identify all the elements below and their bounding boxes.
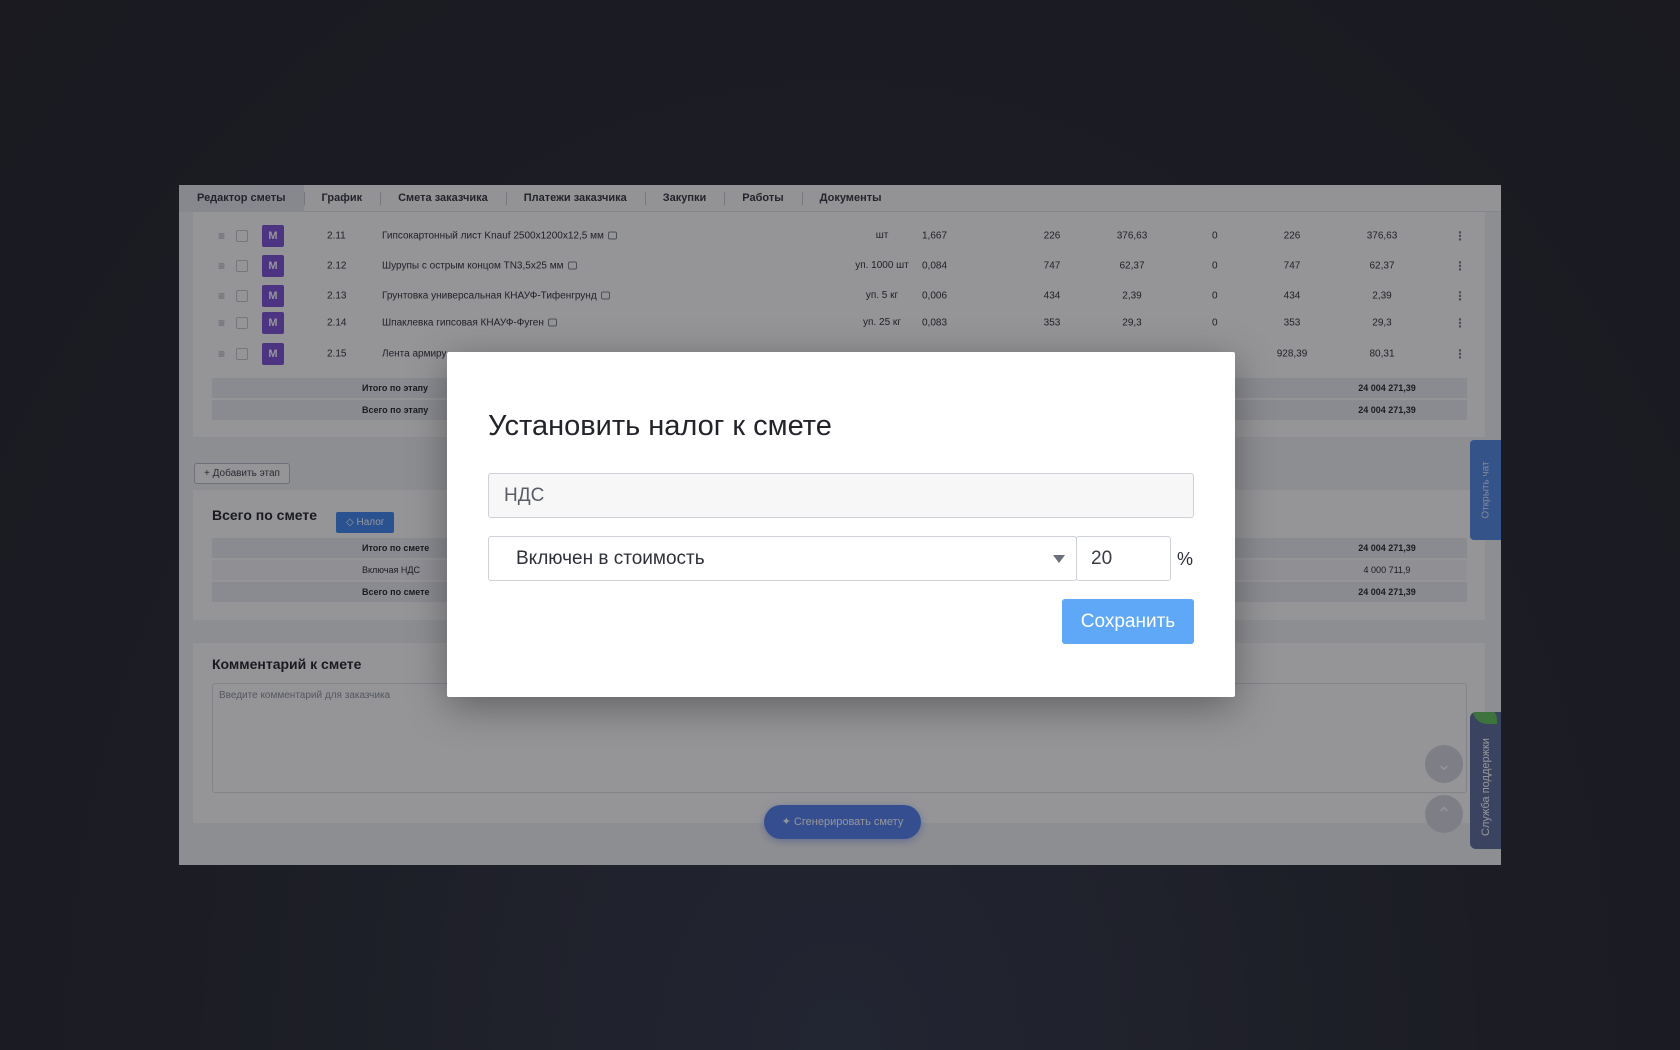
save-button[interactable]: Сохранить	[1062, 599, 1194, 644]
tax-modal: Установить налог к смете Включен в стоим…	[447, 352, 1235, 697]
modal-title: Установить налог к смете	[488, 410, 832, 442]
tax-type-value: Включен в стоимость	[516, 547, 705, 569]
percent-sign: %	[1177, 549, 1194, 569]
tax-rate-input[interactable]	[1076, 536, 1171, 581]
chevron-down-icon	[1053, 555, 1065, 563]
tax-type-select[interactable]: Включен в стоимость	[488, 536, 1077, 581]
tax-name-input[interactable]	[488, 473, 1194, 518]
